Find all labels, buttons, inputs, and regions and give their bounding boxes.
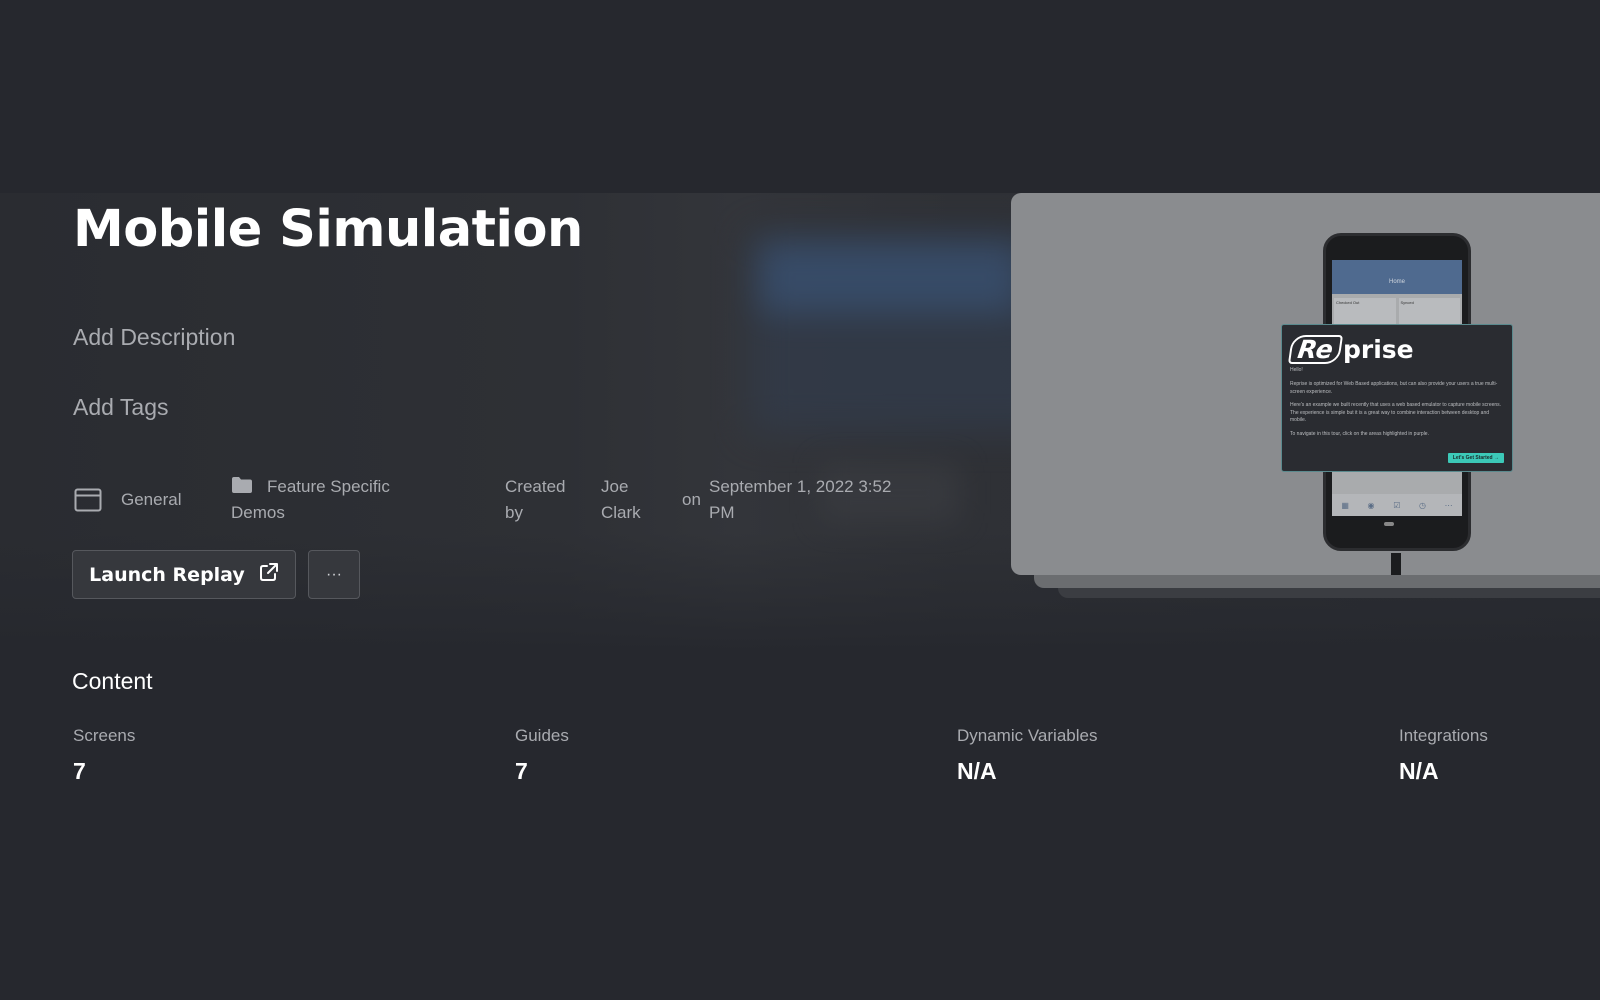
- stat-label-screens: Screens: [73, 726, 136, 745]
- stat-label-dynamic-variables: Dynamic Variables: [957, 726, 1098, 745]
- add-description-link[interactable]: Add Description: [73, 324, 235, 351]
- launch-replay-button[interactable]: Launch Replay: [72, 550, 296, 599]
- popup-paragraph: To navigate in this tour, click on the a…: [1290, 430, 1429, 437]
- creator-name: Joe Clark: [601, 477, 641, 522]
- stat-value-dynamic-variables: N/A: [957, 758, 997, 784]
- browser-window-icon: [74, 488, 102, 517]
- workspace-name[interactable]: General: [121, 487, 181, 513]
- page-title: Mobile Simulation: [73, 200, 583, 259]
- reprise-logo: Re prise: [1287, 335, 1504, 364]
- popup-paragraph: Here's an example we built recently that…: [1290, 402, 1502, 423]
- user-icon: ◉: [1367, 500, 1375, 510]
- created-date: September 1, 2022 3:52 PM: [709, 477, 892, 522]
- page: Home Checked Out Synced ▦ ◉ ☑ ◷ ⋯ Re pris…: [0, 0, 1600, 1000]
- more-icon: ⋯: [1444, 500, 1453, 510]
- on-label: on: [682, 490, 701, 509]
- check-icon: ☑: [1393, 500, 1401, 510]
- phone-home-bar: [1384, 522, 1394, 526]
- stat-label-guides: Guides: [515, 726, 569, 745]
- popup-greeting: Hello!: [1290, 367, 1303, 373]
- external-link-icon: [259, 562, 279, 587]
- phone-nav: ▦ ◉ ☑ ◷ ⋯: [1332, 494, 1462, 516]
- phone-cable: [1391, 553, 1401, 575]
- phone-header: Home: [1332, 260, 1462, 294]
- more-options-button[interactable]: ···: [308, 550, 360, 599]
- reprise-welcome-popup: Re prise Hello! Reprise is optimized for …: [1281, 324, 1513, 472]
- add-tags-link[interactable]: Add Tags: [73, 394, 168, 421]
- stat-value-integrations: N/A: [1399, 758, 1439, 784]
- stat-value-guides: 7: [515, 758, 528, 784]
- launch-replay-label: Launch Replay: [89, 563, 245, 586]
- popup-paragraph: Reprise is optimized for Web Based appli…: [1290, 381, 1498, 395]
- stat-value-screens: 7: [73, 758, 86, 784]
- folder-name[interactable]: Feature Specific Demos: [231, 474, 431, 526]
- replay-preview-thumbnail[interactable]: Home Checked Out Synced ▦ ◉ ☑ ◷ ⋯ Re pris…: [1011, 193, 1600, 575]
- grid-icon: ▦: [1341, 500, 1349, 510]
- clock-icon: ◷: [1419, 500, 1426, 510]
- stat-label-integrations: Integrations: [1399, 726, 1488, 745]
- content-heading: Content: [72, 668, 153, 694]
- created-by-label: Created by: [505, 477, 566, 522]
- get-started-button[interactable]: Let's Get Started →: [1447, 453, 1504, 463]
